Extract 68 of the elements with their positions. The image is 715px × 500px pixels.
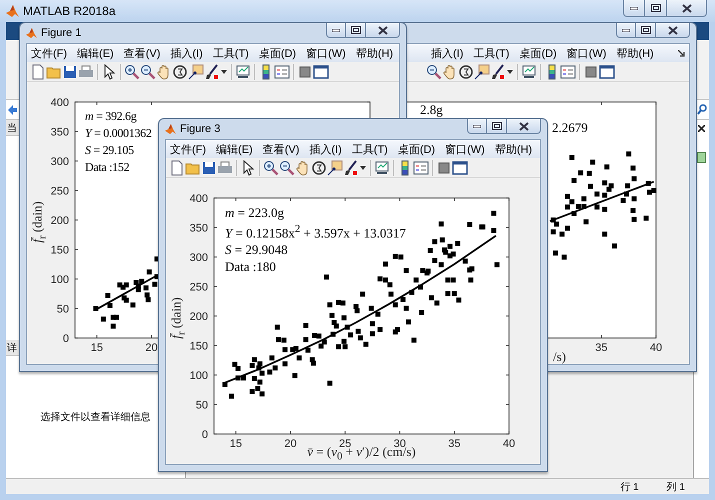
tick-label: 300 — [190, 252, 208, 264]
menu-item[interactable]: 插入(I) — [168, 46, 205, 60]
menu-item[interactable]: 查看(V) — [260, 142, 302, 156]
window-title: Figure 3 — [180, 123, 220, 135]
tick-label: 400 — [50, 97, 69, 109]
plot-annotation: 2.8g — [420, 102, 443, 118]
menu-item[interactable]: 工具(T) — [471, 46, 512, 60]
tick-label: 20 — [145, 342, 158, 354]
tick-label: 40 — [650, 342, 662, 354]
tick-label: 25 — [338, 438, 352, 450]
plot-annotation: Y = 0.0001362 — [85, 125, 152, 142]
menu-item[interactable]: 桌面(D) — [517, 46, 559, 60]
tick-label: 400 — [190, 193, 208, 205]
plot-annotation: Data :180 — [225, 258, 276, 276]
plot-annotation: Y = 0.12158x$^{2}$ + 3.597x + 13.0317 — [225, 222, 406, 242]
tick-label: 50 — [196, 400, 208, 412]
menu-item[interactable]: 编辑(E) — [75, 46, 116, 60]
plot-annotation: S = 29.105 — [85, 142, 134, 159]
menu-item[interactable]: 插入(I) — [307, 142, 344, 156]
tick-label: 15 — [90, 342, 103, 354]
tick-label: 350 — [190, 222, 208, 234]
menu-item[interactable]: 工具(T) — [210, 46, 251, 60]
plot-annotation: m = 392.6g — [85, 108, 136, 125]
tick-label: 100 — [50, 274, 69, 286]
window-title: MATLAB R2018a — [23, 4, 116, 18]
tick-label: 35 — [595, 342, 608, 354]
status-text: 列 1 — [666, 480, 685, 494]
tick-label: 30 — [394, 438, 406, 450]
tick-label: 0 — [62, 333, 69, 345]
menu-item[interactable]: 工具(T) — [350, 142, 390, 156]
tick-label: 40 — [502, 438, 516, 450]
tick-label: 35 — [448, 438, 460, 450]
menu-item[interactable]: 桌面(D) — [256, 46, 298, 60]
panel-title: 详 — [7, 342, 17, 354]
tick-label: 150 — [190, 340, 208, 352]
menu-item[interactable]: 帮助(H) — [354, 46, 396, 60]
tick-label: 50 — [56, 304, 69, 316]
tick-label: 350 — [50, 126, 69, 138]
menu-item[interactable]: 文件(F) — [29, 46, 70, 60]
plot-annotation: Data :152 — [85, 159, 130, 176]
menu-item[interactable]: 桌面(D) — [396, 142, 438, 156]
axis-label: /s) — [553, 350, 566, 364]
tick-label: 300 — [50, 156, 69, 168]
tick-label: 100 — [190, 370, 208, 382]
details-message: 选择文件以查看详细信息 — [40, 410, 150, 424]
status-text: 行 1 — [620, 480, 639, 494]
tick-label: 15 — [230, 438, 242, 450]
plot-annotation: 2.2679 — [552, 120, 588, 136]
tick-label: 250 — [190, 282, 208, 294]
plot-annotation: m = 223.0g — [225, 204, 284, 221]
menu-item[interactable]: 窗口(W) — [443, 142, 487, 156]
menu-item[interactable]: 帮助(H) — [614, 46, 656, 60]
menu-item[interactable]: 插入(I) — [429, 46, 466, 60]
menu-item[interactable]: 窗口(W) — [304, 46, 348, 60]
tick-label: 250 — [50, 186, 69, 198]
menu-item[interactable]: 文件(F) — [168, 142, 208, 156]
menu-item[interactable]: 窗口(W) — [564, 46, 608, 60]
tick-label: 200 — [190, 311, 208, 323]
tick-label: 20 — [284, 438, 297, 450]
tick-label: 200 — [50, 215, 69, 227]
tick-label: 150 — [50, 244, 69, 256]
panel-title: 当 — [7, 122, 17, 134]
menu-item[interactable]: 帮助(H) — [492, 142, 534, 156]
tick-label: 0 — [202, 429, 208, 441]
menu-item[interactable]: 编辑(E) — [214, 142, 255, 156]
menu-item[interactable]: 查看(V) — [122, 46, 162, 60]
plot-annotation: S = 29.9048 — [225, 241, 288, 258]
window-title: Figure 1 — [41, 27, 82, 39]
